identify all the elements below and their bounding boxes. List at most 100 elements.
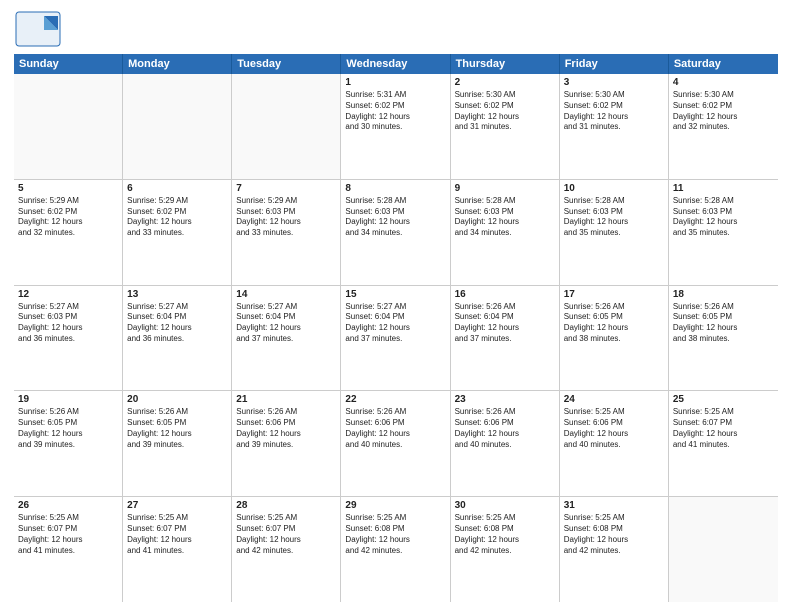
day-number: 16 (455, 289, 555, 300)
cal-cell (123, 74, 232, 179)
day-header-saturday: Saturday (669, 54, 778, 74)
day-number: 14 (236, 289, 336, 300)
day-header-sunday: Sunday (14, 54, 123, 74)
cell-content: Sunrise: 5:30 AMSunset: 6:02 PMDaylight:… (564, 90, 664, 133)
cell-content: Sunrise: 5:29 AMSunset: 6:03 PMDaylight:… (236, 196, 336, 239)
cell-content: Sunrise: 5:31 AMSunset: 6:02 PMDaylight:… (345, 90, 445, 133)
day-number: 12 (18, 289, 118, 300)
cell-content: Sunrise: 5:25 AMSunset: 6:07 PMDaylight:… (236, 513, 336, 556)
cal-cell: 17 Sunrise: 5:26 AMSunset: 6:05 PMDayligh… (560, 286, 669, 391)
cell-content: Sunrise: 5:26 AMSunset: 6:05 PMDaylight:… (673, 302, 774, 345)
cal-cell (669, 497, 778, 602)
cell-content: Sunrise: 5:26 AMSunset: 6:05 PMDaylight:… (18, 407, 118, 450)
cell-content: Sunrise: 5:26 AMSunset: 6:05 PMDaylight:… (564, 302, 664, 345)
day-number: 6 (127, 183, 227, 194)
day-number: 7 (236, 183, 336, 194)
day-number: 8 (345, 183, 445, 194)
cal-cell: 10 Sunrise: 5:28 AMSunset: 6:03 PMDayligh… (560, 180, 669, 285)
cal-cell: 13Sunrise: 5:27 AMSunset: 6:04 PMDayligh… (123, 286, 232, 391)
cal-cell: 30Sunrise: 5:25 AMSunset: 6:08 PMDayligh… (451, 497, 560, 602)
week-row-2: 5Sunrise: 5:29 AMSunset: 6:02 PMDaylight… (14, 180, 778, 286)
page: SundayMondayTuesdayWednesdayThursdayFrid… (0, 0, 792, 612)
day-number: 18 (673, 289, 774, 300)
cell-content: Sunrise: 5:26 AMSunset: 6:06 PMDaylight:… (236, 407, 336, 450)
day-number: 29 (345, 500, 445, 511)
cal-cell: 21Sunrise: 5:26 AMSunset: 6:06 PMDayligh… (232, 391, 341, 496)
day-number: 27 (127, 500, 227, 511)
cal-cell: 16 Sunrise: 5:26 AMSunset: 6:04 PMDayligh… (451, 286, 560, 391)
calendar: SundayMondayTuesdayWednesdayThursdayFrid… (14, 54, 778, 602)
cell-content: Sunrise: 5:25 AMSunset: 6:06 PMDaylight:… (564, 407, 664, 450)
day-number: 25 (673, 394, 774, 405)
day-number: 22 (345, 394, 445, 405)
day-number: 24 (564, 394, 664, 405)
cell-content: Sunrise: 5:26 AMSunset: 6:06 PMDaylight:… (455, 407, 555, 450)
cal-cell (14, 74, 123, 179)
cell-content: Sunrise: 5:27 AMSunset: 6:04 PMDaylight:… (345, 302, 445, 345)
logo (14, 10, 66, 48)
cell-content: Sunrise: 5:30 AMSunset: 6:02 PMDaylight:… (673, 90, 774, 133)
cal-cell: 5Sunrise: 5:29 AMSunset: 6:02 PMDaylight… (14, 180, 123, 285)
cal-cell: 26 Sunrise: 5:25 AMSunset: 6:07 PMDayligh… (14, 497, 123, 602)
week-row-4: 19 Sunrise: 5:26 AMSunset: 6:05 PMDayligh… (14, 391, 778, 497)
cal-cell: 25 Sunrise: 5:25 AMSunset: 6:07 PMDayligh… (669, 391, 778, 496)
day-number: 15 (345, 289, 445, 300)
cal-cell: 27Sunrise: 5:25 AMSunset: 6:07 PMDayligh… (123, 497, 232, 602)
cell-content: Sunrise: 5:25 AMSunset: 6:08 PMDaylight:… (564, 513, 664, 556)
cal-cell: 3 Sunrise: 5:30 AMSunset: 6:02 PMDaylight… (560, 74, 669, 179)
cal-cell: 22 Sunrise: 5:26 AMSunset: 6:06 PMDayligh… (341, 391, 450, 496)
cal-cell: 20Sunrise: 5:26 AMSunset: 6:05 PMDayligh… (123, 391, 232, 496)
cal-cell: 23 Sunrise: 5:26 AMSunset: 6:06 PMDayligh… (451, 391, 560, 496)
cell-content: Sunrise: 5:27 AMSunset: 6:03 PMDaylight:… (18, 302, 118, 345)
cell-content: Sunrise: 5:27 AMSunset: 6:04 PMDaylight:… (127, 302, 227, 345)
cal-cell (232, 74, 341, 179)
day-header-tuesday: Tuesday (232, 54, 341, 74)
day-number: 1 (345, 77, 445, 88)
cal-cell: 9 Sunrise: 5:28 AMSunset: 6:03 PMDaylight… (451, 180, 560, 285)
day-number: 5 (18, 183, 118, 194)
week-row-5: 26 Sunrise: 5:25 AMSunset: 6:07 PMDayligh… (14, 497, 778, 602)
day-number: 3 (564, 77, 664, 88)
cell-content: Sunrise: 5:30 AMSunset: 6:02 PMDaylight:… (455, 90, 555, 133)
day-number: 17 (564, 289, 664, 300)
calendar-header: SundayMondayTuesdayWednesdayThursdayFrid… (14, 54, 778, 74)
cal-cell: 4Sunrise: 5:30 AMSunset: 6:02 PMDaylight… (669, 74, 778, 179)
day-number: 9 (455, 183, 555, 194)
cal-cell: 11 Sunrise: 5:28 AMSunset: 6:03 PMDayligh… (669, 180, 778, 285)
cell-content: Sunrise: 5:28 AMSunset: 6:03 PMDaylight:… (564, 196, 664, 239)
cell-content: Sunrise: 5:25 AMSunset: 6:07 PMDaylight:… (673, 407, 774, 450)
cal-cell: 15 Sunrise: 5:27 AMSunset: 6:04 PMDayligh… (341, 286, 450, 391)
day-header-thursday: Thursday (451, 54, 560, 74)
logo-icon (14, 10, 62, 48)
cal-cell: 19 Sunrise: 5:26 AMSunset: 6:05 PMDayligh… (14, 391, 123, 496)
day-number: 11 (673, 183, 774, 194)
week-row-3: 12 Sunrise: 5:27 AMSunset: 6:03 PMDayligh… (14, 286, 778, 392)
cell-content: Sunrise: 5:26 AMSunset: 6:04 PMDaylight:… (455, 302, 555, 345)
cell-content: Sunrise: 5:27 AMSunset: 6:04 PMDaylight:… (236, 302, 336, 345)
cal-cell: 1 Sunrise: 5:31 AMSunset: 6:02 PMDaylight… (341, 74, 450, 179)
cell-content: Sunrise: 5:28 AMSunset: 6:03 PMDaylight:… (345, 196, 445, 239)
day-number: 28 (236, 500, 336, 511)
cal-cell: 18 Sunrise: 5:26 AMSunset: 6:05 PMDayligh… (669, 286, 778, 391)
day-number: 10 (564, 183, 664, 194)
day-number: 26 (18, 500, 118, 511)
day-header-friday: Friday (560, 54, 669, 74)
cell-content: Sunrise: 5:28 AMSunset: 6:03 PMDaylight:… (673, 196, 774, 239)
cell-content: Sunrise: 5:26 AMSunset: 6:06 PMDaylight:… (345, 407, 445, 450)
cell-content: Sunrise: 5:25 AMSunset: 6:07 PMDaylight:… (18, 513, 118, 556)
cal-cell: 8 Sunrise: 5:28 AMSunset: 6:03 PMDaylight… (341, 180, 450, 285)
week-row-1: 1 Sunrise: 5:31 AMSunset: 6:02 PMDaylight… (14, 74, 778, 180)
day-number: 23 (455, 394, 555, 405)
day-header-monday: Monday (123, 54, 232, 74)
day-header-wednesday: Wednesday (341, 54, 450, 74)
day-number: 19 (18, 394, 118, 405)
cell-content: Sunrise: 5:28 AMSunset: 6:03 PMDaylight:… (455, 196, 555, 239)
header (14, 10, 778, 48)
cal-cell: 12 Sunrise: 5:27 AMSunset: 6:03 PMDayligh… (14, 286, 123, 391)
day-number: 2 (455, 77, 555, 88)
cal-cell: 14 Sunrise: 5:27 AMSunset: 6:04 PMDayligh… (232, 286, 341, 391)
calendar-body: 1 Sunrise: 5:31 AMSunset: 6:02 PMDaylight… (14, 74, 778, 602)
cal-cell: 24 Sunrise: 5:25 AMSunset: 6:06 PMDayligh… (560, 391, 669, 496)
cal-cell: 7 Sunrise: 5:29 AMSunset: 6:03 PMDaylight… (232, 180, 341, 285)
cal-cell: 2 Sunrise: 5:30 AMSunset: 6:02 PMDaylight… (451, 74, 560, 179)
